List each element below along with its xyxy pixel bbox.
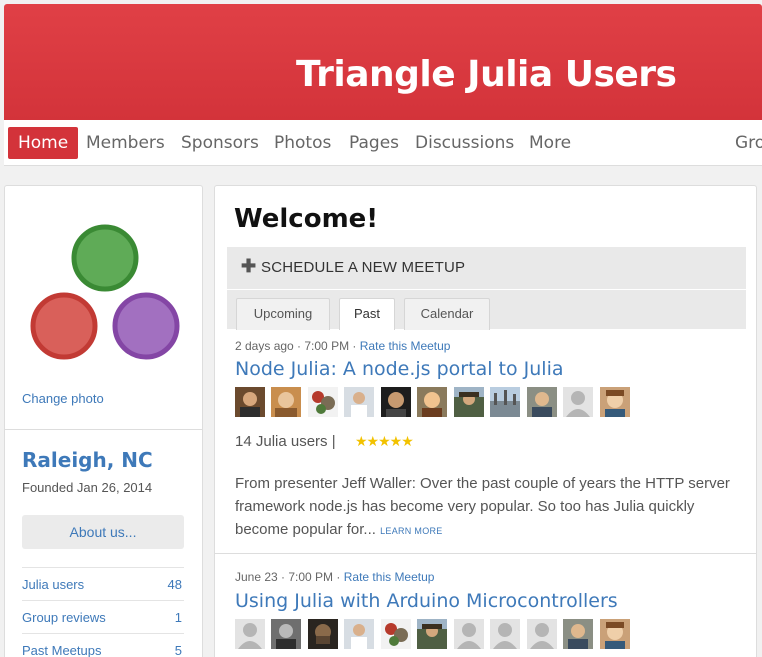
nav-pages[interactable]: Pages: [349, 127, 399, 159]
event-description: From presenter Jeff Waller: Over the pas…: [235, 472, 740, 543]
avatar[interactable]: [526, 619, 557, 649]
stat-count: 5: [174, 643, 182, 657]
sidebar-divider: [5, 429, 202, 430]
avatar[interactable]: [563, 387, 594, 417]
attendee-avatars: [235, 619, 632, 649]
avatar[interactable]: [453, 387, 484, 417]
avatar[interactable]: [453, 619, 484, 649]
event-meta: 2 days ago · 7:00 PM · Rate this Meetup: [235, 339, 451, 353]
avatar[interactable]: [599, 619, 630, 649]
nav-members[interactable]: Members: [86, 127, 165, 159]
tab-calendar[interactable]: Calendar: [404, 298, 490, 330]
nav-more[interactable]: More: [529, 127, 571, 159]
avatar[interactable]: [271, 387, 302, 417]
avatar[interactable]: [344, 619, 375, 649]
nav-sponsors[interactable]: Sponsors: [181, 127, 259, 159]
nav-photos[interactable]: Photos: [274, 127, 331, 159]
stat-label: Past Meetups: [22, 643, 102, 657]
avatar[interactable]: [526, 387, 557, 417]
group-banner: Triangle Julia Users: [4, 4, 762, 120]
tab-upcoming[interactable]: Upcoming: [236, 298, 330, 330]
avatar[interactable]: [490, 619, 521, 649]
attendees-link[interactable]: 14 Julia users: [235, 433, 328, 450]
stat-group-reviews[interactable]: Group reviews 1: [22, 600, 184, 633]
stat-past-meetups[interactable]: Past Meetups 5: [22, 633, 184, 657]
star-rating: ★★★★★: [355, 433, 414, 449]
tab-past[interactable]: Past: [339, 298, 395, 330]
group-sidebar: Change photo Raleigh, NC Founded Jan 26,…: [4, 185, 203, 657]
group-title[interactable]: Triangle Julia Users: [296, 54, 677, 95]
learn-more-link[interactable]: LEARN MORE: [380, 526, 443, 536]
attendee-avatars: [235, 387, 632, 417]
rate-meetup-link[interactable]: Rate this Meetup: [360, 339, 451, 353]
avatar[interactable]: [380, 387, 411, 417]
julia-logo: [30, 224, 180, 360]
avatar[interactable]: [235, 619, 265, 649]
avatar[interactable]: [417, 387, 448, 417]
event-title[interactable]: Node Julia: A node.js portal to Julia: [235, 358, 564, 380]
avatar[interactable]: [307, 619, 338, 649]
stat-label: Julia users: [22, 577, 85, 592]
meetup-tabs: Upcoming Past Calendar: [227, 290, 746, 330]
rate-meetup-link[interactable]: Rate this Meetup: [344, 570, 435, 584]
avatar[interactable]: [235, 387, 265, 417]
stat-count: 1: [174, 610, 182, 625]
event-date: 2 days ago · 7:00 PM: [235, 339, 350, 353]
stat-members[interactable]: Julia users 48: [22, 567, 184, 600]
avatar[interactable]: [380, 619, 411, 649]
founded-date: Founded Jan 26, 2014: [22, 480, 153, 495]
nav-home[interactable]: Home: [8, 127, 79, 159]
nav-discussions[interactable]: Discussions: [415, 127, 514, 159]
avatar[interactable]: [490, 387, 521, 417]
avatar[interactable]: [563, 619, 594, 649]
group-city[interactable]: Raleigh, NC: [22, 448, 153, 472]
avatar[interactable]: [417, 619, 448, 649]
description-text: From presenter Jeff Waller: Over the pas…: [235, 475, 730, 538]
about-us-button[interactable]: About us...: [22, 515, 184, 549]
nav-group-tools[interactable]: Gro: [735, 127, 762, 159]
avatar[interactable]: [271, 619, 302, 649]
event-meta: June 23 · 7:00 PM · Rate this Meetup: [235, 570, 435, 584]
event-divider: [215, 553, 756, 554]
event-title[interactable]: Using Julia with Arduino Microcontroller…: [235, 590, 618, 612]
stat-count: 48: [167, 577, 182, 592]
stat-label: Group reviews: [22, 610, 106, 625]
avatar[interactable]: [307, 387, 338, 417]
attendee-count: 14 Julia users |: [235, 433, 336, 450]
schedule-meetup-button[interactable]: ✚ SCHEDULE A NEW MEETUP: [227, 247, 746, 289]
group-nav: Home Members Sponsors Photos Pages Discu…: [4, 120, 762, 166]
main-content: Welcome! ✚ SCHEDULE A NEW MEETUP Upcomin…: [214, 185, 757, 657]
avatar[interactable]: [599, 387, 630, 417]
change-photo-link[interactable]: Change photo: [22, 391, 104, 406]
plus-icon: ✚: [241, 256, 257, 276]
event-date: June 23 · 7:00 PM: [235, 570, 334, 584]
avatar[interactable]: [344, 387, 375, 417]
schedule-label: SCHEDULE A NEW MEETUP: [261, 259, 466, 276]
welcome-heading: Welcome!: [234, 204, 379, 234]
